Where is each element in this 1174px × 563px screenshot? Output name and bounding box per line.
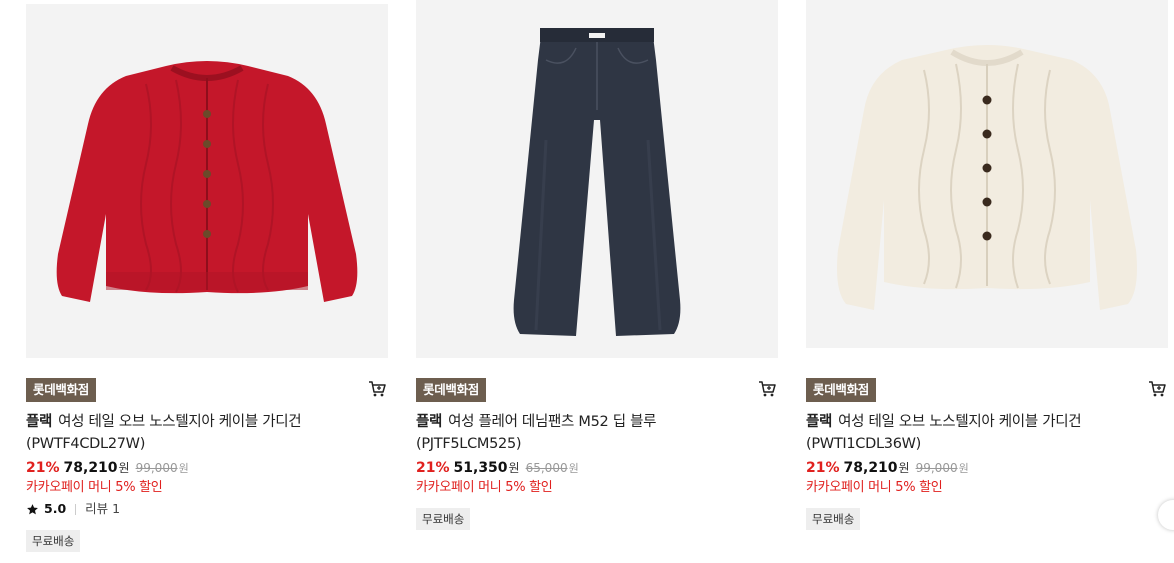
brand-name: 플랙 <box>26 414 53 430</box>
badge-row: 롯데백화점 <box>26 378 388 402</box>
price-unit: 원 <box>508 461 520 475</box>
product-title[interactable]: 플랙 여성 테일 오브 노스텔지아 케이블 가디건 (PWTI1CDL36W) <box>806 411 1168 455</box>
price-row: 21% 78,210원 99,000원 <box>806 459 969 478</box>
price-unit: 원 <box>118 461 130 475</box>
store-badge: 롯데백화점 <box>26 378 97 402</box>
denim-pants-image <box>513 28 681 336</box>
price-unit: 원 <box>898 461 910 475</box>
cart-icon[interactable] <box>1148 380 1166 398</box>
next-arrow-button[interactable] <box>1158 500 1174 530</box>
product-card[interactable]: 롯데백화점 플랙 여성 테일 오브 노스텔지아 케이블 가디건 (PWTI1CDL… <box>806 0 1168 530</box>
badge-row: 롯데백화점 <box>806 378 1168 402</box>
free-shipping-tag: 무료배송 <box>26 530 81 552</box>
discount-rate: 21% <box>416 460 450 476</box>
discount-rate: 21% <box>806 460 840 476</box>
original-price: 65,000 <box>525 461 568 475</box>
promo-text: 카카오페이 머니 5% 할인 <box>26 480 163 495</box>
product-title[interactable]: 플랙 여성 테일 오브 노스텔지아 케이블 가디건 (PWTF4CDL27W) <box>26 411 388 455</box>
product-code: (PWTF4CDL27W) <box>26 436 146 452</box>
original-price: 99,000 <box>915 461 958 475</box>
star-icon <box>27 503 38 514</box>
review-count[interactable]: 리뷰 1 <box>85 500 120 518</box>
rating-score: 5.0 <box>44 501 67 516</box>
free-shipping-tag: 무료배송 <box>806 508 861 530</box>
product-name: 여성 테일 오브 노스텔지아 케이블 가디건 <box>838 414 1082 430</box>
original-price-unit: 원 <box>178 462 189 475</box>
store-badge: 롯데백화점 <box>806 378 877 402</box>
sale-price: 78,210 <box>843 460 898 476</box>
price-row: 21% 78,210원 99,000원 <box>26 459 189 478</box>
discount-rate: 21% <box>26 460 60 476</box>
product-code: (PJTF5LCM525) <box>416 436 522 452</box>
product-name: 여성 플레어 데님팬츠 M52 딥 블루 <box>448 414 657 430</box>
red-cardigan-image <box>56 61 358 302</box>
brand-name: 플랙 <box>806 414 833 430</box>
promo-text: 카카오페이 머니 5% 할인 <box>416 480 553 495</box>
original-price-unit: 원 <box>958 462 969 475</box>
product-image[interactable] <box>26 4 388 358</box>
original-price: 99,000 <box>135 461 178 475</box>
product-name: 여성 테일 오브 노스텔지아 케이블 가디건 <box>58 414 302 430</box>
free-shipping-tag: 무료배송 <box>416 508 471 530</box>
original-price-unit: 원 <box>568 462 579 475</box>
store-badge: 롯데백화점 <box>416 378 487 402</box>
sale-price: 78,210 <box>63 460 118 476</box>
cart-icon[interactable] <box>758 380 776 398</box>
cart-icon[interactable] <box>368 380 386 398</box>
badge-row: 롯데백화점 <box>416 378 778 402</box>
product-image[interactable] <box>806 0 1168 348</box>
brand-name: 플랙 <box>416 414 443 430</box>
rating-row: 5.0 리뷰 1 <box>26 500 120 518</box>
divider <box>75 503 77 515</box>
promo-text: 카카오페이 머니 5% 할인 <box>806 480 943 495</box>
product-image[interactable] <box>416 0 778 358</box>
product-code: (PWTI1CDL36W) <box>806 436 922 452</box>
price-row: 21% 51,350원 65,000원 <box>416 459 579 478</box>
product-title[interactable]: 플랙 여성 플레어 데님팬츠 M52 딥 블루 (PJTF5LCM525) <box>416 411 778 455</box>
ivory-cardigan-image <box>837 45 1137 310</box>
product-card[interactable]: 롯데백화점 플랙 여성 테일 오브 노스텔지아 케이블 가디건 (PWTF4CDL… <box>26 0 388 552</box>
product-card[interactable]: 롯데백화점 플랙 여성 플레어 데님팬츠 M52 딥 블루 (PJTF5LCM52… <box>416 0 778 530</box>
sale-price: 51,350 <box>453 460 508 476</box>
